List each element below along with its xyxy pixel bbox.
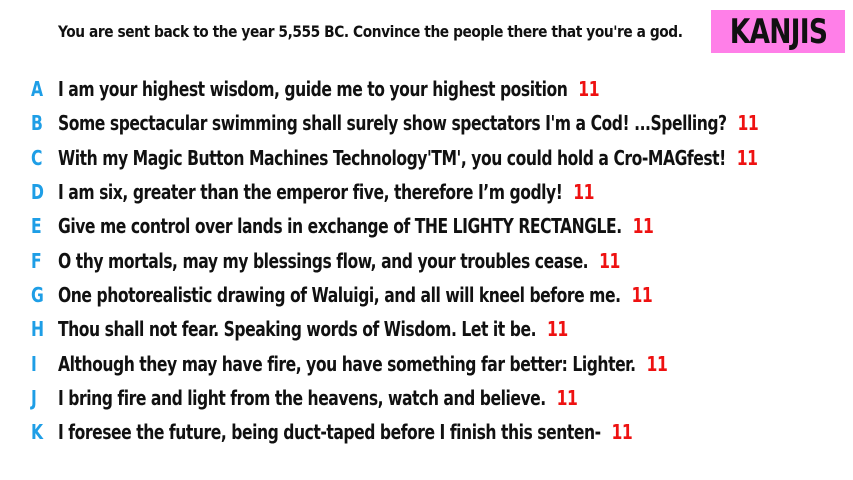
- answer-letter: D: [31, 180, 44, 205]
- answer-row: K I foresee the future, being duct-taped…: [0, 415, 853, 449]
- answer-score: 11: [736, 145, 758, 170]
- answer-score: 11: [578, 77, 600, 102]
- answer-score: 11: [573, 180, 595, 205]
- answer-row: B Some spectacular swimming shall surely…: [0, 106, 853, 140]
- answer-row: D I am six, greater than the emperor fiv…: [0, 175, 853, 209]
- answer-letter: E: [31, 214, 42, 239]
- answer-text: Some spectacular swimming shall surely s…: [58, 111, 727, 136]
- answer-line: I am six, greater than the emperor five,…: [58, 180, 595, 205]
- answer-row: J I bring fire and light from the heaven…: [0, 381, 853, 415]
- answer-score: 11: [599, 248, 620, 273]
- answer-text: I bring fire and light from the heavens,…: [58, 385, 546, 410]
- answer-text: One photorealistic drawing of Waluigi, a…: [58, 282, 621, 307]
- answer-text: I am your highest wisdom, guide me to yo…: [58, 77, 568, 102]
- answer-score: 11: [611, 420, 633, 445]
- answer-row: G One photorealistic drawing of Waluigi,…: [0, 278, 853, 312]
- answer-score: 11: [546, 317, 568, 342]
- answer-text: Thou shall not fear. Speaking words of W…: [58, 317, 537, 342]
- answer-line: I foresee the future, being duct-taped b…: [58, 420, 633, 445]
- question-prompt: You are sent back to the year 5,555 BC. …: [58, 22, 683, 41]
- answer-row: F O thy mortals, may my blessings flow, …: [0, 243, 853, 277]
- answer-letter: H: [31, 317, 45, 342]
- answer-line: O thy mortals, may my blessings flow, an…: [58, 249, 620, 273]
- answer-row: C With my Magic Button Machines Technolo…: [0, 141, 853, 175]
- answer-letter: G: [31, 282, 44, 307]
- answer-line: Give me control over lands in exchange o…: [58, 214, 654, 239]
- answer-letter: A: [31, 77, 44, 102]
- answer-row: H Thou shall not fear. Speaking words of…: [0, 312, 853, 346]
- answer-text: I foresee the future, being duct-taped b…: [58, 420, 601, 445]
- answer-score: 11: [737, 111, 759, 136]
- answer-line: Thou shall not fear. Speaking words of W…: [58, 317, 568, 341]
- answer-letter: I: [31, 351, 37, 376]
- answer-score: 11: [646, 351, 668, 376]
- answer-line: Although they may have fire, you have so…: [58, 351, 668, 376]
- answer-row: E Give me control over lands in exchange…: [0, 209, 853, 243]
- answer-text: Although they may have fire, you have so…: [58, 351, 636, 376]
- answer-letter: F: [31, 248, 42, 273]
- answer-line: One photorealistic drawing of Waluigi, a…: [58, 282, 653, 307]
- answer-score: 11: [556, 385, 578, 410]
- answer-text: With my Magic Button Machines Technology…: [58, 145, 726, 170]
- answer-score: 11: [632, 214, 654, 239]
- answer-letter: J: [31, 385, 37, 410]
- answer-text: O thy mortals, may my blessings flow, an…: [58, 248, 589, 273]
- answer-letter: B: [31, 111, 43, 136]
- answer-line: I am your highest wisdom, guide me to yo…: [58, 77, 600, 102]
- answer-line: I bring fire and light from the heavens,…: [58, 385, 578, 410]
- answer-row: A I am your highest wisdom, guide me to …: [0, 72, 853, 106]
- answer-line: With my Magic Button Machines Technology…: [58, 146, 758, 170]
- brand-name: KANJIS: [729, 11, 827, 52]
- answer-letter: C: [31, 145, 43, 170]
- answer-score: 11: [631, 282, 653, 307]
- answer-text: I am six, greater than the emperor five,…: [58, 180, 563, 205]
- answer-text: Give me control over lands in exchange o…: [58, 214, 622, 239]
- answer-row: I Although they may have fire, you have …: [0, 346, 853, 380]
- brand-logo: KANJIS: [711, 10, 845, 53]
- answer-line: Some spectacular swimming shall surely s…: [58, 111, 759, 136]
- answer-letter: K: [31, 420, 44, 445]
- answer-list: A I am your highest wisdom, guide me to …: [0, 72, 853, 449]
